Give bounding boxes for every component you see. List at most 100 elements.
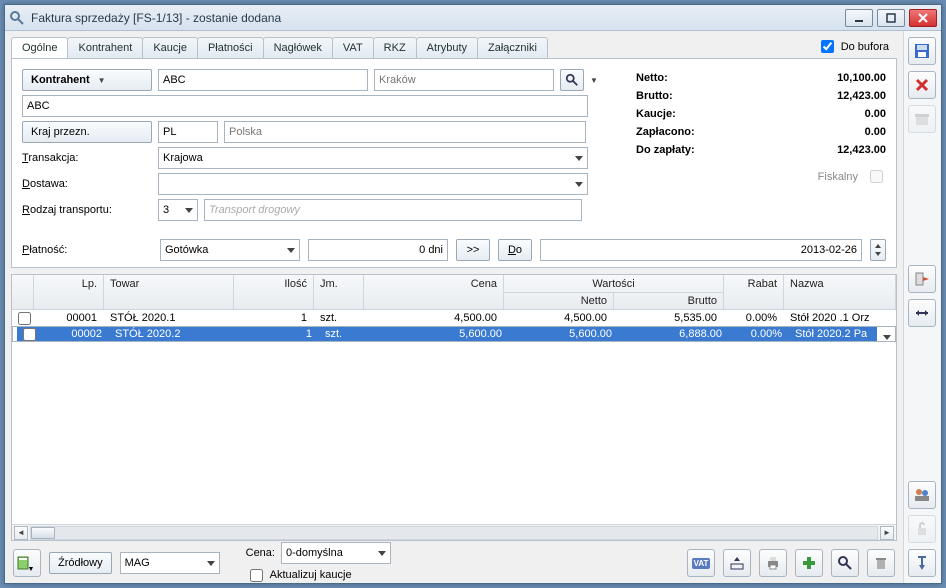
export-button[interactable] xyxy=(723,549,751,577)
tab-naglowek[interactable]: Nagłówek xyxy=(263,37,333,58)
col-brutto[interactable]: Brutto xyxy=(614,293,724,309)
kraj-button-label: Kraj przezn. xyxy=(31,126,90,138)
magnifier-icon xyxy=(9,10,25,26)
col-jm[interactable]: Jm. xyxy=(314,275,364,293)
dni-input[interactable] xyxy=(308,239,448,261)
tab-atrybuty[interactable]: Atrybuty xyxy=(416,37,478,58)
transport-code-select[interactable]: 3 xyxy=(158,199,198,221)
cena-label: Cena: xyxy=(246,547,275,559)
vat-button[interactable]: VAT xyxy=(687,549,715,577)
scroll-thumb[interactable] xyxy=(31,527,55,539)
netto-label[interactable]: Netto: xyxy=(636,69,668,87)
close-button[interactable] xyxy=(909,9,937,27)
tab-kaucje[interactable]: Kaucje xyxy=(142,37,198,58)
x-icon xyxy=(914,77,930,93)
cena-select[interactable]: 0-domyślna xyxy=(281,542,391,564)
floppy-icon xyxy=(914,43,930,59)
kontrahent-code-input[interactable] xyxy=(158,69,368,91)
search-button[interactable] xyxy=(560,69,584,91)
maximize-button[interactable] xyxy=(877,9,905,27)
scroll-right-button[interactable]: ► xyxy=(880,526,894,540)
add-button[interactable] xyxy=(795,549,823,577)
tray-up-icon xyxy=(729,555,745,571)
mag-select[interactable]: MAG xyxy=(120,552,220,574)
aktualizuj-kaucje-checkbox[interactable]: Aktualizuj kaucje xyxy=(246,566,391,585)
magnifier-icon xyxy=(837,555,853,571)
tabs: Ogólne Kontrahent Kaucje Płatności Nagłó… xyxy=(11,35,897,59)
window: Faktura sprzedaży [FS-1/13] - zostanie d… xyxy=(4,4,942,584)
do-button[interactable]: Do xyxy=(498,239,532,261)
delete-button[interactable] xyxy=(867,549,895,577)
row-checkbox[interactable] xyxy=(18,312,31,325)
col-ilosc[interactable]: Ilość xyxy=(234,275,314,293)
col-rabat[interactable]: Rabat xyxy=(724,275,784,293)
arrows-h-icon xyxy=(914,305,930,321)
dostawa-label: Dostawa: xyxy=(22,178,152,190)
netto-value: 10,100.00 xyxy=(837,69,886,87)
tab-platnosci[interactable]: Płatności xyxy=(197,37,264,58)
col-cena[interactable]: Cena xyxy=(364,275,504,293)
trash-icon xyxy=(873,555,889,571)
lock-open-icon xyxy=(914,521,930,537)
width-button[interactable] xyxy=(908,299,936,327)
tab-rkz[interactable]: RKZ xyxy=(373,37,417,58)
users-button[interactable] xyxy=(908,481,936,509)
kontrahent-button[interactable]: Kontrahent ▼ xyxy=(22,69,152,91)
titlebar: Faktura sprzedaży [FS-1/13] - zostanie d… xyxy=(5,5,941,31)
kraj-name-input[interactable] xyxy=(224,121,586,143)
lookup-button[interactable]: ▼ xyxy=(13,549,41,577)
dostawa-select[interactable] xyxy=(158,173,588,195)
chevron-down-icon[interactable]: ▼ xyxy=(590,76,598,85)
zaplacono-label: Zapłacono: xyxy=(636,123,695,141)
chevron-down-icon: ▼ xyxy=(98,76,106,85)
kraj-code-input[interactable] xyxy=(158,121,218,143)
right-action-bar xyxy=(903,31,941,583)
tab-ogolne[interactable]: Ogólne xyxy=(11,37,68,58)
brutto-value: 12,423.00 xyxy=(837,87,886,105)
cancel-button[interactable] xyxy=(908,71,936,99)
platnosc-select[interactable]: Gotówka xyxy=(160,239,300,261)
col-wartosci[interactable]: Wartości xyxy=(504,275,724,293)
archive-button xyxy=(908,105,936,133)
forward-button[interactable]: >> xyxy=(456,239,490,261)
dozaplaty-value: 12,423.00 xyxy=(837,141,886,159)
pin-icon xyxy=(914,555,930,571)
chevron-down-icon: ▼ xyxy=(28,566,35,573)
col-nazwa[interactable]: Nazwa xyxy=(784,275,896,293)
magnifier-icon xyxy=(565,73,579,87)
horizontal-scrollbar[interactable]: ◄ ► xyxy=(12,524,896,540)
items-grid: Lp. Towar Ilość Jm. Cena Wartości Rabat … xyxy=(11,274,897,541)
kraj-button[interactable]: Kraj przezn. xyxy=(22,121,152,143)
date-spinner[interactable] xyxy=(870,239,886,261)
unlock-button xyxy=(908,515,936,543)
row-checkbox[interactable] xyxy=(23,328,36,341)
do-bufora-checkbox[interactable]: Do bufora xyxy=(817,37,897,56)
kontrahent-button-label: Kontrahent xyxy=(31,74,90,86)
print-button[interactable] xyxy=(759,549,787,577)
exit-button[interactable] xyxy=(908,265,936,293)
scroll-left-button[interactable]: ◄ xyxy=(14,526,28,540)
col-netto[interactable]: Netto xyxy=(504,293,614,309)
tab-vat[interactable]: VAT xyxy=(332,37,374,58)
zrodlowy-button[interactable]: Źródłowy xyxy=(49,552,112,574)
printer-icon xyxy=(765,555,781,571)
kontrahent-city-input[interactable] xyxy=(374,69,554,91)
date-input[interactable] xyxy=(540,239,862,261)
minimize-button[interactable] xyxy=(845,9,873,27)
table-row[interactable]: 00001 STÓŁ 2020.1 1 szt. 4,500.00 4,500.… xyxy=(12,310,896,326)
edit-button[interactable] xyxy=(831,549,859,577)
box-icon xyxy=(914,111,930,127)
rodzaj-transportu-label: Rodzaj transportu: xyxy=(22,204,152,216)
save-button[interactable] xyxy=(908,37,936,65)
tab-zalaczniki[interactable]: Załączniki xyxy=(477,37,548,58)
fiskalny-checkbox xyxy=(870,170,883,183)
table-row[interactable]: 00002 STÓŁ 2020.2 1 szt. 5,600.00 5,600.… xyxy=(12,326,896,342)
tab-kontrahent[interactable]: Kontrahent xyxy=(67,37,143,58)
pin-button[interactable] xyxy=(908,549,936,577)
dozaplaty-label: Do zapłaty: xyxy=(636,141,695,159)
col-towar[interactable]: Towar xyxy=(104,275,234,293)
col-checkbox[interactable] xyxy=(12,275,34,293)
col-lp[interactable]: Lp. xyxy=(34,275,104,293)
kontrahent-name-input[interactable] xyxy=(22,95,588,117)
transakcja-select[interactable]: Krajowa xyxy=(158,147,588,169)
